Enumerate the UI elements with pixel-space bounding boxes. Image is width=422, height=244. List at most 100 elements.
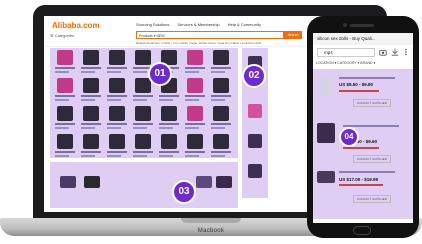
product-title[interactable] xyxy=(107,151,127,153)
product-image[interactable] xyxy=(109,134,125,149)
product-card[interactable] xyxy=(78,48,104,78)
product-image[interactable] xyxy=(213,106,229,121)
product-card[interactable] xyxy=(130,132,156,162)
recommendation-item[interactable] xyxy=(196,176,212,188)
product-card[interactable] xyxy=(52,48,78,78)
filter-bar[interactable]: LOCATION ▾ CATEGORY ▾ BRAND ▾ xyxy=(316,61,375,65)
sidebar-ad[interactable] xyxy=(248,104,262,118)
recommendation-item[interactable] xyxy=(216,176,232,188)
search-button[interactable]: Search xyxy=(284,31,302,39)
product-card[interactable] xyxy=(52,132,78,162)
product-card[interactable] xyxy=(52,104,78,134)
product-title[interactable] xyxy=(81,151,101,153)
product-title[interactable] xyxy=(159,151,179,153)
product-card[interactable] xyxy=(104,104,130,134)
product-image[interactable] xyxy=(213,78,229,93)
sidebar-ad[interactable] xyxy=(248,164,262,178)
product-image[interactable] xyxy=(109,50,125,65)
nav-services[interactable]: Services & Membership xyxy=(177,22,219,27)
product-title[interactable] xyxy=(185,95,205,97)
contact-supplier-button[interactable]: CONTACT SUPPLIER xyxy=(353,195,391,203)
product-image[interactable] xyxy=(187,50,203,65)
product-image[interactable] xyxy=(161,134,177,149)
address-bar[interactable]: silicon sex dolls - Buy Quali... xyxy=(313,33,413,45)
product-title[interactable] xyxy=(185,67,205,69)
product-title[interactable] xyxy=(107,67,127,69)
result-title[interactable] xyxy=(339,77,395,79)
product-title[interactable] xyxy=(55,67,75,69)
categories-menu[interactable]: ☰ Categories xyxy=(50,33,74,38)
product-card[interactable] xyxy=(156,104,182,134)
phone-search-input[interactable]: mp4 xyxy=(317,48,375,57)
contact-supplier-button[interactable]: CONTACT SUPPLIER xyxy=(353,99,391,107)
recommendation-item[interactable] xyxy=(84,176,100,188)
result-image[interactable] xyxy=(317,123,335,143)
nav-sourcing[interactable]: Sourcing Solutions xyxy=(136,22,169,27)
nav-help[interactable]: Help & Community xyxy=(228,22,261,27)
product-card[interactable] xyxy=(104,76,130,106)
product-image[interactable] xyxy=(83,50,99,65)
product-image[interactable] xyxy=(109,106,125,121)
product-image[interactable] xyxy=(135,50,151,65)
product-title[interactable] xyxy=(133,95,153,97)
product-title[interactable] xyxy=(81,67,101,69)
product-card[interactable] xyxy=(78,76,104,106)
product-title[interactable] xyxy=(211,95,231,97)
product-title[interactable] xyxy=(81,95,101,97)
product-card[interactable] xyxy=(78,104,104,134)
download-icon[interactable] xyxy=(391,48,399,56)
product-title[interactable] xyxy=(211,123,231,125)
sidebar-ad[interactable] xyxy=(248,134,262,148)
product-card[interactable] xyxy=(104,132,130,162)
site-logo[interactable]: Alibaba.com xyxy=(52,21,100,30)
product-card[interactable] xyxy=(130,104,156,134)
product-image[interactable] xyxy=(83,106,99,121)
product-title[interactable] xyxy=(55,123,75,125)
product-title[interactable] xyxy=(133,123,153,125)
product-title[interactable] xyxy=(55,95,75,97)
product-image[interactable] xyxy=(57,78,73,93)
product-card[interactable] xyxy=(182,104,208,134)
result-image[interactable] xyxy=(317,171,335,183)
menu-icon[interactable] xyxy=(402,48,410,56)
product-title[interactable] xyxy=(185,123,205,125)
product-image[interactable] xyxy=(213,134,229,149)
product-card[interactable] xyxy=(208,132,234,162)
product-image[interactable] xyxy=(57,134,73,149)
product-image[interactable] xyxy=(83,78,99,93)
product-card[interactable] xyxy=(208,104,234,134)
product-image[interactable] xyxy=(135,106,151,121)
product-card[interactable] xyxy=(182,76,208,106)
product-image[interactable] xyxy=(187,134,203,149)
camera-search-icon[interactable] xyxy=(379,48,387,56)
product-title[interactable] xyxy=(81,123,101,125)
product-image[interactable] xyxy=(109,78,125,93)
product-image[interactable] xyxy=(135,78,151,93)
product-image[interactable] xyxy=(213,50,229,65)
product-card[interactable] xyxy=(52,76,78,106)
product-title[interactable] xyxy=(107,123,127,125)
product-title[interactable] xyxy=(211,67,231,69)
product-title[interactable] xyxy=(55,151,75,153)
product-image[interactable] xyxy=(57,50,73,65)
home-indicator[interactable] xyxy=(353,226,371,235)
product-image[interactable] xyxy=(187,106,203,121)
product-title[interactable] xyxy=(133,151,153,153)
recommendation-item[interactable] xyxy=(60,176,76,188)
product-card[interactable] xyxy=(104,48,130,78)
product-image[interactable] xyxy=(135,134,151,149)
product-image[interactable] xyxy=(57,106,73,121)
product-card[interactable] xyxy=(182,48,208,78)
product-title[interactable] xyxy=(211,151,231,153)
product-image[interactable] xyxy=(187,78,203,93)
product-title[interactable] xyxy=(159,95,179,97)
product-title[interactable] xyxy=(185,151,205,153)
result-image[interactable] xyxy=(317,77,333,95)
product-card[interactable] xyxy=(78,132,104,162)
product-image[interactable] xyxy=(161,106,177,121)
product-title[interactable] xyxy=(107,95,127,97)
product-card[interactable] xyxy=(156,132,182,162)
product-title[interactable] xyxy=(159,123,179,125)
result-title[interactable] xyxy=(339,171,395,173)
search-input[interactable]: Products ▾ NEW xyxy=(136,31,284,39)
